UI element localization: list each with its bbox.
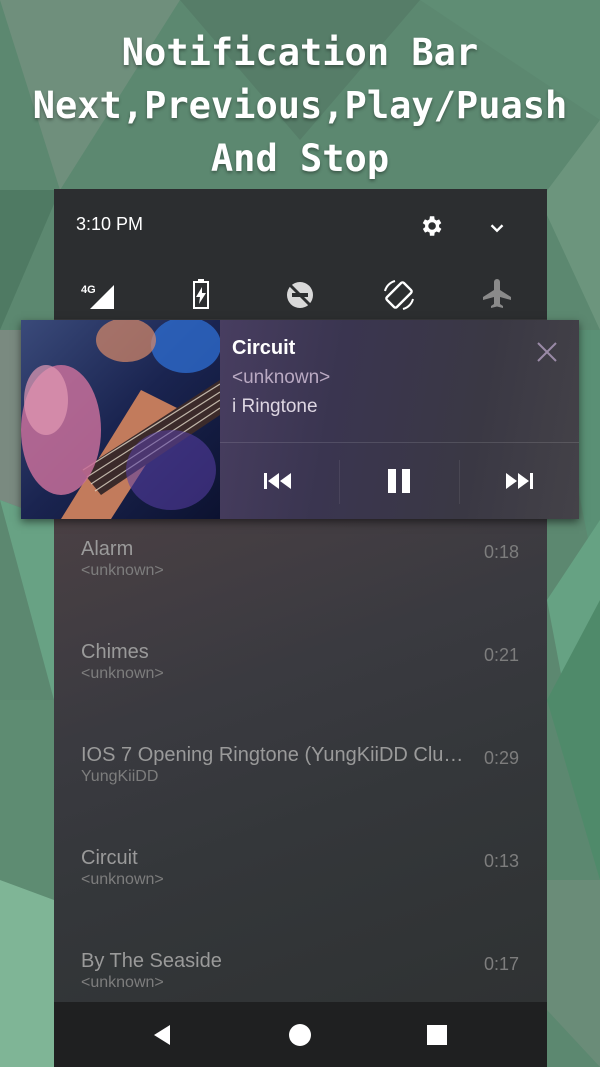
list-item[interactable]: Circuit <unknown> 0:13 bbox=[81, 847, 521, 907]
promo-line-2: Next,Previous,Play/Puash bbox=[32, 84, 568, 127]
promo-headline: Notification Bar Next,Previous,Play/Puas… bbox=[0, 26, 600, 185]
track-duration: 0:21 bbox=[483, 645, 519, 665]
airplane-mode-icon[interactable] bbox=[479, 277, 515, 313]
album-art bbox=[21, 320, 220, 519]
gear-icon[interactable] bbox=[418, 213, 444, 239]
list-item[interactable]: Chimes <unknown> 0:21 bbox=[81, 641, 521, 701]
track-artist: <unknown> bbox=[81, 974, 164, 991]
track-title: IOS 7 Opening Ringtone (YungKiiDD Club R… bbox=[81, 744, 473, 766]
promo-line-3: And Stop bbox=[210, 137, 390, 180]
battery-charging-icon[interactable] bbox=[183, 277, 219, 313]
home-icon[interactable] bbox=[287, 1022, 313, 1048]
media-notification[interactable]: Circuit <unknown> i Ringtone bbox=[21, 320, 579, 519]
status-time: 3:10 PM bbox=[76, 214, 144, 234]
list-item[interactable]: IOS 7 Opening Ringtone (YungKiiDD Club R… bbox=[81, 744, 521, 804]
pause-icon[interactable] bbox=[379, 461, 419, 501]
recents-icon[interactable] bbox=[424, 1022, 450, 1048]
track-artist: <unknown> bbox=[81, 562, 164, 579]
auto-rotate-icon[interactable] bbox=[381, 277, 417, 313]
next-icon[interactable] bbox=[499, 461, 539, 501]
track-title: Chimes bbox=[81, 641, 149, 663]
controls-divider bbox=[220, 442, 579, 443]
track-duration: 0:29 bbox=[483, 748, 519, 768]
track-title: Alarm bbox=[81, 538, 134, 560]
close-icon[interactable] bbox=[535, 340, 559, 364]
chevron-down-icon[interactable] bbox=[486, 217, 508, 239]
signal-4g-icon[interactable]: 4G bbox=[80, 277, 116, 313]
notification-album: i Ringtone bbox=[232, 396, 318, 417]
notification-artist: <unknown> bbox=[232, 367, 331, 388]
track-duration: 0:13 bbox=[483, 851, 519, 871]
control-separator bbox=[339, 460, 340, 504]
track-duration: 0:18 bbox=[483, 542, 519, 562]
playlist: Alarm <unknown> 0:18 Chimes <unknown> 0:… bbox=[54, 519, 547, 1002]
previous-icon[interactable] bbox=[258, 461, 298, 501]
back-icon[interactable] bbox=[150, 1022, 176, 1048]
navigation-bar bbox=[54, 1002, 547, 1067]
list-item[interactable]: Alarm <unknown> 0:18 bbox=[81, 538, 521, 598]
track-artist: <unknown> bbox=[81, 665, 164, 682]
control-separator bbox=[459, 460, 460, 504]
list-item[interactable]: By The Seaside <unknown> 0:17 bbox=[81, 950, 521, 1010]
network-label: 4G bbox=[81, 284, 96, 296]
track-title: By The Seaside bbox=[81, 950, 222, 972]
notification-shade-header: 3:10 PM 4G bbox=[54, 189, 547, 319]
track-artist: YungKiiDD bbox=[81, 768, 159, 785]
do-not-disturb-off-icon[interactable] bbox=[282, 277, 318, 313]
promo-line-1: Notification Bar bbox=[121, 31, 479, 74]
track-title: Circuit bbox=[81, 847, 138, 869]
notification-track-title: Circuit bbox=[232, 337, 296, 359]
track-duration: 0:17 bbox=[483, 954, 519, 974]
track-artist: <unknown> bbox=[81, 871, 164, 888]
